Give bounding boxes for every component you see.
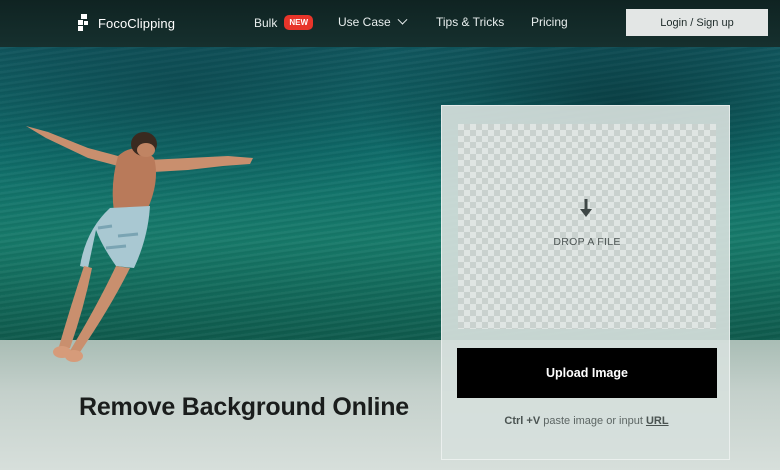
url-link[interactable]: URL xyxy=(646,415,669,427)
nav-use-case[interactable]: Use Case xyxy=(338,14,408,29)
nav-bulk-label: Bulk xyxy=(254,15,278,30)
drop-a-file-label: DROP A FILE xyxy=(553,236,621,248)
diver-illustration xyxy=(26,126,253,362)
brand-name: FocoClipping xyxy=(98,15,176,31)
brand-logo[interactable]: FocoClipping xyxy=(78,14,175,32)
chevron-down-icon xyxy=(397,14,408,25)
top-navbar: FocoClipping Bulk NEW Use Case Tips & Tr… xyxy=(0,0,780,47)
nav-bulk[interactable]: Bulk NEW xyxy=(254,15,314,30)
nav-pricing[interactable]: Pricing xyxy=(531,15,568,29)
nav-use-case-label: Use Case xyxy=(338,15,391,29)
paste-hint-text: paste image or input xyxy=(540,415,646,427)
nav-tips-tricks[interactable]: Tips & Tricks xyxy=(436,15,504,29)
login-signup-button[interactable]: Login / Sign up xyxy=(626,9,768,36)
paste-shortcut: Ctrl +V xyxy=(504,415,541,427)
page-headline: Remove Background Online xyxy=(79,393,409,421)
download-arrow-icon xyxy=(580,199,592,217)
drop-zone[interactable]: DROP A FILE xyxy=(458,124,716,329)
logo-icon xyxy=(78,14,90,32)
paste-hint: Ctrl +V paste image or input URL xyxy=(442,415,731,427)
nav-pricing-label: Pricing xyxy=(531,15,568,29)
nav-tips-label: Tips & Tricks xyxy=(436,15,505,29)
upload-panel: DROP A FILE Upload Image Ctrl +V paste i… xyxy=(441,105,730,460)
new-badge: NEW xyxy=(284,15,314,30)
upload-image-button[interactable]: Upload Image xyxy=(457,348,717,398)
